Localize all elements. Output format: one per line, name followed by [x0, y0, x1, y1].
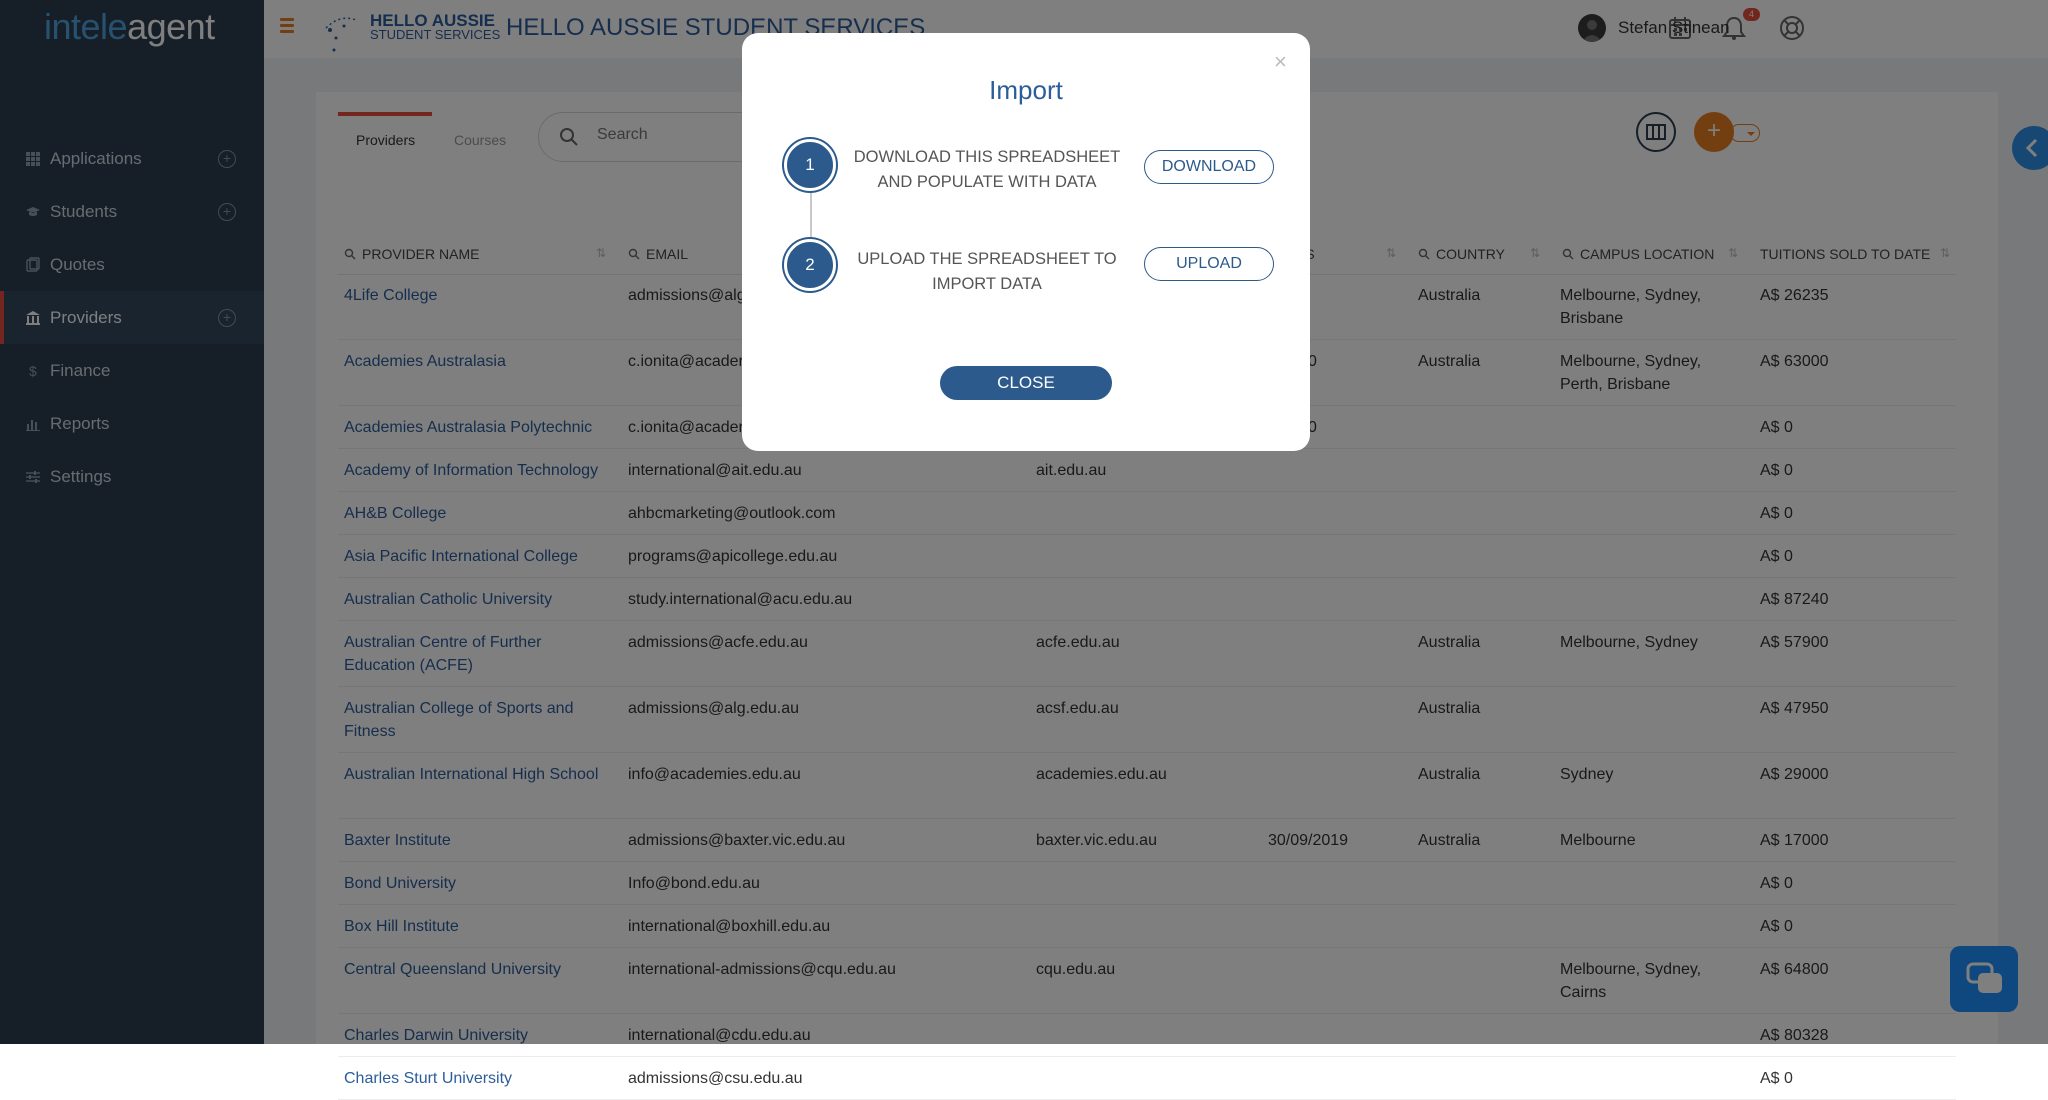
import-modal: × Import 1 DOWNLOAD THIS SPREADSHEET AND… [742, 33, 1310, 451]
step-connector [810, 193, 812, 237]
close-icon[interactable]: × [1274, 49, 1287, 75]
table-row[interactable]: Charles Sturt University admissions@csu.e… [338, 1057, 1956, 1100]
upload-button[interactable]: UPLOAD [1144, 247, 1274, 281]
provider-name-link[interactable]: Charles Sturt University [344, 1067, 614, 1090]
step-2-badge: 2 [784, 239, 836, 291]
modal-title: Import [989, 75, 1063, 105]
email-cell: admissions@csu.edu.au [628, 1070, 803, 1087]
tuition-cell: A$ 0 [1760, 1070, 1793, 1087]
step-2-text: UPLOAD THE SPREADSHEET TO IMPORT DATA [857, 250, 1117, 293]
download-button[interactable]: DOWNLOAD [1144, 150, 1274, 184]
step-1-text: DOWNLOAD THIS SPREADSHEET AND POPULATE W… [853, 148, 1121, 191]
step-1-badge: 1 [784, 139, 836, 191]
close-button[interactable]: CLOSE [940, 366, 1112, 400]
